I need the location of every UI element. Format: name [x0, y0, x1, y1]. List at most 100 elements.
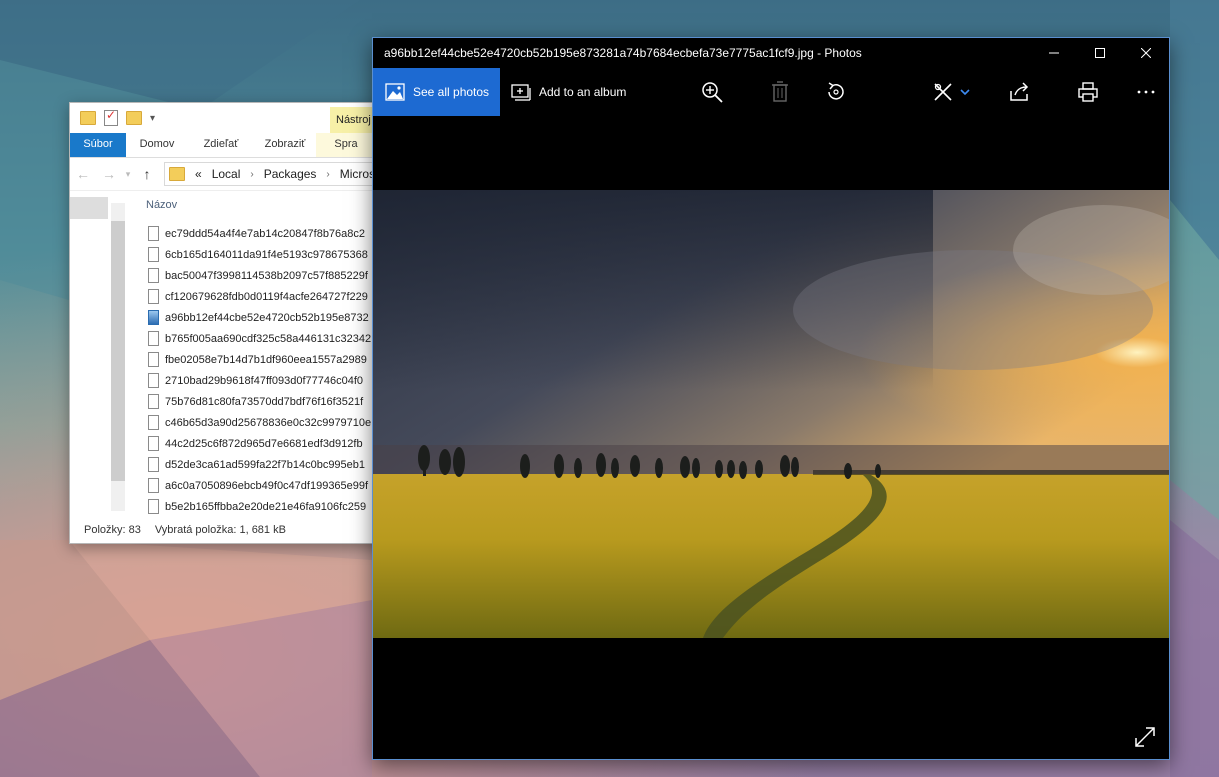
- list-item[interactable]: b5e2b165ffbba2e20de21e46fa9106fc259: [148, 496, 371, 517]
- file-list: ec79ddd54a4f4e7ab14c20847f8b76a8c2 6cb165…: [148, 223, 371, 517]
- list-item[interactable]: ec79ddd54a4f4e7ab14c20847f8b76a8c2: [148, 223, 371, 244]
- list-item[interactable]: fbe02058e7b14d7b1df960eea1557a2989: [148, 349, 371, 370]
- share-button[interactable]: [1007, 80, 1031, 104]
- list-item[interactable]: bac50047f3998114538b2097c57f885229f: [148, 265, 371, 286]
- more-options-button[interactable]: [1134, 80, 1158, 104]
- scrollbar-thumb[interactable]: [111, 221, 125, 481]
- address-bar[interactable]: « Local › Packages › Micros: [164, 162, 390, 186]
- minimize-icon: [1049, 52, 1059, 54]
- tab-file[interactable]: Súbor: [70, 133, 126, 157]
- list-item[interactable]: cf120679628fdb0d0119f4acfe264727f229: [148, 286, 371, 307]
- file-icon: [148, 394, 159, 409]
- image-file-icon: [148, 310, 159, 325]
- customize-qat-icon[interactable]: ▾: [150, 113, 155, 124]
- see-all-photos-button[interactable]: See all photos: [373, 68, 500, 116]
- file-icon: [148, 247, 159, 262]
- item-count: Položky: 83: [84, 524, 141, 536]
- file-name: c46b65d3a90d25678836e0c32c9979710e: [165, 416, 372, 429]
- title-bar[interactable]: a96bb12ef44cbe52e4720cb52b195e873281a74b…: [373, 38, 1169, 68]
- file-icon: [148, 352, 159, 367]
- list-item[interactable]: 44c2d25c6f872d965d7e6681edf3d912fb: [148, 433, 371, 454]
- navigation-pane: [70, 191, 108, 513]
- forward-icon[interactable]: →: [96, 166, 122, 182]
- photos-toolbar: See all photos Add to an album: [373, 68, 1169, 116]
- tools-tab-header: Nástroj: [330, 107, 377, 133]
- file-name: b765f005aa690cdf325c58a446131c32342: [165, 332, 372, 345]
- breadcrumb-microsoft[interactable]: Micros: [340, 167, 375, 181]
- file-icon: [148, 499, 159, 514]
- tab-view[interactable]: Zobraziť: [254, 133, 316, 157]
- file-name: ec79ddd54a4f4e7ab14c20847f8b76a8c2: [165, 227, 366, 240]
- file-icon: [148, 373, 159, 388]
- tab-home[interactable]: Domov: [126, 133, 188, 157]
- list-item[interactable]: c46b65d3a90d25678836e0c32c9979710e: [148, 412, 371, 433]
- chevron-right-icon[interactable]: ›: [326, 169, 329, 180]
- share-icon: [1010, 82, 1029, 101]
- file-name: d52de3ca61ad599fa22f7b14c0bc995eb1: [165, 458, 366, 471]
- list-item[interactable]: a96bb12ef44cbe52e4720cb52b195e8732: [148, 307, 371, 328]
- fullscreen-button[interactable]: [1133, 725, 1157, 749]
- ribbon-tabs: Súbor Domov Zdieľať Zobraziť Spra: [70, 133, 390, 158]
- delete-icon: [772, 81, 788, 102]
- back-icon[interactable]: ←: [70, 166, 96, 182]
- list-item[interactable]: 6cb165d164011da91f4e5193c978675368: [148, 244, 371, 265]
- maximize-button[interactable]: [1077, 38, 1123, 68]
- add-to-album-label: Add to an album: [539, 85, 627, 99]
- breadcrumb-local[interactable]: Local: [212, 167, 241, 181]
- properties-icon[interactable]: [104, 108, 118, 126]
- breadcrumb-packages[interactable]: Packages: [264, 167, 317, 181]
- maximize-icon: [1095, 48, 1105, 58]
- address-bar-row: ← → ▾ ↑ « Local › Packages › Micros: [70, 158, 390, 191]
- list-item[interactable]: 75b76d81c80fa73570dd7bdf76f16f3521f: [148, 391, 371, 412]
- file-icon: [148, 289, 159, 304]
- zoom-in-icon: [702, 82, 723, 103]
- recent-locations-icon[interactable]: ▾: [122, 169, 134, 180]
- rotate-icon: [828, 82, 844, 100]
- file-name: a6c0a7050896ebcb49f0c47df199365e99f: [165, 479, 369, 492]
- file-name: 44c2d25c6f872d965d7e6681edf3d912fb: [165, 437, 363, 450]
- file-icon: [148, 226, 159, 241]
- list-item[interactable]: b765f005aa690cdf325c58a446131c32342: [148, 328, 371, 349]
- folder-icon[interactable]: [80, 111, 96, 125]
- file-icon: [148, 457, 159, 472]
- photos-icon: [385, 83, 405, 101]
- close-button[interactable]: [1123, 38, 1169, 68]
- navigation-pane-selected-item[interactable]: [70, 197, 108, 219]
- tab-manage[interactable]: Spra: [316, 133, 376, 157]
- explorer-content: Názov ec79ddd54a4f4e7ab14c20847f8b76a8c2…: [70, 191, 390, 514]
- folder-icon: [169, 167, 185, 181]
- close-icon: [1141, 48, 1151, 58]
- photos-window: a96bb12ef44cbe52e4720cb52b195e873281a74b…: [372, 37, 1170, 760]
- chevron-right-icon[interactable]: ›: [250, 169, 253, 180]
- tab-share[interactable]: Zdieľať: [188, 133, 254, 157]
- add-to-album-button[interactable]: Add to an album: [511, 68, 626, 116]
- list-item[interactable]: a6c0a7050896ebcb49f0c47df199365e99f: [148, 475, 371, 496]
- file-name: fbe02058e7b14d7b1df960eea1557a2989: [165, 353, 367, 366]
- minimize-button[interactable]: [1031, 38, 1077, 68]
- file-name: cf120679628fdb0d0119f4acfe264727f229: [165, 290, 368, 303]
- see-all-photos-label: See all photos: [413, 85, 490, 99]
- status-bar: Položky: 83 Vybratá položka: 1, 681 kB: [70, 517, 390, 543]
- list-item[interactable]: d52de3ca61ad599fa22f7b14c0bc995eb1: [148, 454, 371, 475]
- up-icon[interactable]: ↑: [134, 166, 160, 182]
- list-item[interactable]: 2710bad29b9618f47ff093d0f77746c04f0: [148, 370, 371, 391]
- file-name: bac50047f3998114538b2097c57f885229f: [165, 269, 368, 282]
- print-button[interactable]: [1076, 80, 1100, 104]
- photo-canvas[interactable]: [373, 190, 1169, 638]
- file-icon: [148, 331, 159, 346]
- file-icon: [148, 478, 159, 493]
- breadcrumb-overflow[interactable]: «: [195, 167, 202, 181]
- file-name: 75b76d81c80fa73570dd7bdf76f16f3521f: [165, 395, 364, 408]
- file-icon: [148, 415, 159, 430]
- edit-create-button[interactable]: [932, 80, 972, 104]
- file-explorer-window: ▾ Nástroj Súbor Domov Zdieľať Zobraziť S…: [69, 102, 391, 544]
- column-header-name[interactable]: Názov: [146, 199, 177, 211]
- file-icon: [148, 436, 159, 451]
- window-title: a96bb12ef44cbe52e4720cb52b195e873281a74b…: [384, 46, 862, 60]
- rotate-button[interactable]: [824, 80, 848, 104]
- landscape-photo: [373, 190, 1169, 638]
- add-to-album-icon: [511, 84, 531, 101]
- delete-button[interactable]: [768, 80, 792, 104]
- zoom-in-button[interactable]: [700, 80, 724, 104]
- new-folder-icon[interactable]: [126, 111, 142, 125]
